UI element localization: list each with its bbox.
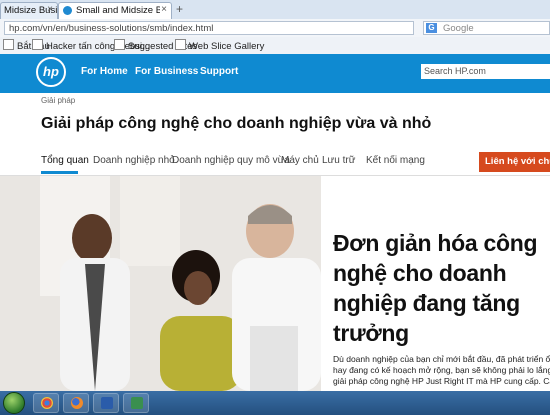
browser-tab-active[interactable]: Small and Midsize Business... × — [58, 2, 172, 19]
google-icon: G — [426, 23, 437, 33]
tab-title: Small and Midsize Business... — [76, 5, 160, 16]
contact-us-button[interactable]: Liên hệ với chúng — [479, 152, 550, 172]
bookmarks-bar: Bắt đầu Hacker tấn công websi... Suggest… — [0, 37, 550, 55]
browser-tab[interactable]: Midsize Business... × — [0, 2, 85, 19]
site-search-input[interactable]: Search HP.com — [421, 64, 550, 79]
word-icon[interactable] — [93, 393, 119, 413]
hero-body-line: Dù doanh nghiệp của bạn chỉ mới bắt đầu,… — [333, 354, 550, 364]
bookmark-icon — [32, 39, 43, 50]
tab-small-business[interactable]: Doanh nghiệp nhỏ — [93, 155, 175, 166]
nav-support[interactable]: Support — [200, 66, 238, 77]
nav-for-business[interactable]: For Business — [135, 66, 198, 77]
close-tab-icon[interactable]: × — [161, 4, 167, 15]
browser-nav-bar: hp.com/vn/en/business-solutions/smb/inde… — [0, 19, 550, 38]
tab-overview[interactable]: Tổng quan — [41, 155, 89, 166]
hero-body-line: hay đang có kế hoạch mở rộng, bạn sẽ khô… — [333, 365, 550, 375]
nav-for-home[interactable]: For Home — [81, 66, 128, 77]
tab-midsize-business[interactable]: Doanh nghiệp quy mô vừa — [172, 155, 290, 166]
bookmark-icon — [114, 39, 125, 50]
start-orb-icon[interactable] — [3, 392, 25, 414]
hp-logo[interactable]: hp — [36, 57, 66, 87]
hero-body-line: giải pháp công nghệ HP Just Right IT mà … — [333, 376, 550, 386]
browser-tab-strip: Midsize Business... × Small and Midsize … — [0, 0, 550, 20]
new-tab-button[interactable]: + — [176, 2, 183, 16]
address-bar[interactable]: hp.com/vn/en/business-solutions/smb/inde… — [4, 21, 414, 35]
bookmark-label: Web Slice Gallery — [189, 41, 265, 52]
bookmark-icon — [175, 39, 186, 50]
bookmark-icon — [3, 39, 14, 50]
browser-search-box[interactable]: G Google — [423, 21, 550, 35]
app-icon[interactable] — [123, 393, 149, 413]
hp-favicon-icon — [63, 6, 72, 15]
windows-taskbar — [0, 391, 550, 415]
tab-servers[interactable]: Máy chủ — [281, 155, 319, 166]
site-header: hp For Home For Business Support Search … — [0, 54, 550, 93]
bookmark-item[interactable]: Web Slice Gallery — [175, 39, 264, 53]
firefox-icon[interactable] — [63, 393, 89, 413]
tab-networking[interactable]: Kết nối mạng — [366, 155, 425, 166]
hero-body: Dù doanh nghiệp của bạn chỉ mới bắt đầu,… — [333, 354, 550, 387]
breadcrumb[interactable]: Giải pháp — [41, 96, 75, 105]
hero-photo — [0, 176, 321, 391]
page-title: Giải pháp công nghệ cho doanh nghiệp vừa… — [41, 115, 432, 132]
tab-storage[interactable]: Lưu trữ — [322, 155, 355, 166]
active-tab-indicator — [41, 171, 78, 174]
close-tab-icon[interactable]: × — [47, 4, 53, 15]
chrome-icon[interactable] — [33, 393, 59, 413]
hero-headline: Đơn giản hóa công nghệ cho doanh nghiệp … — [333, 230, 538, 346]
search-engine-label: Google — [443, 23, 474, 34]
